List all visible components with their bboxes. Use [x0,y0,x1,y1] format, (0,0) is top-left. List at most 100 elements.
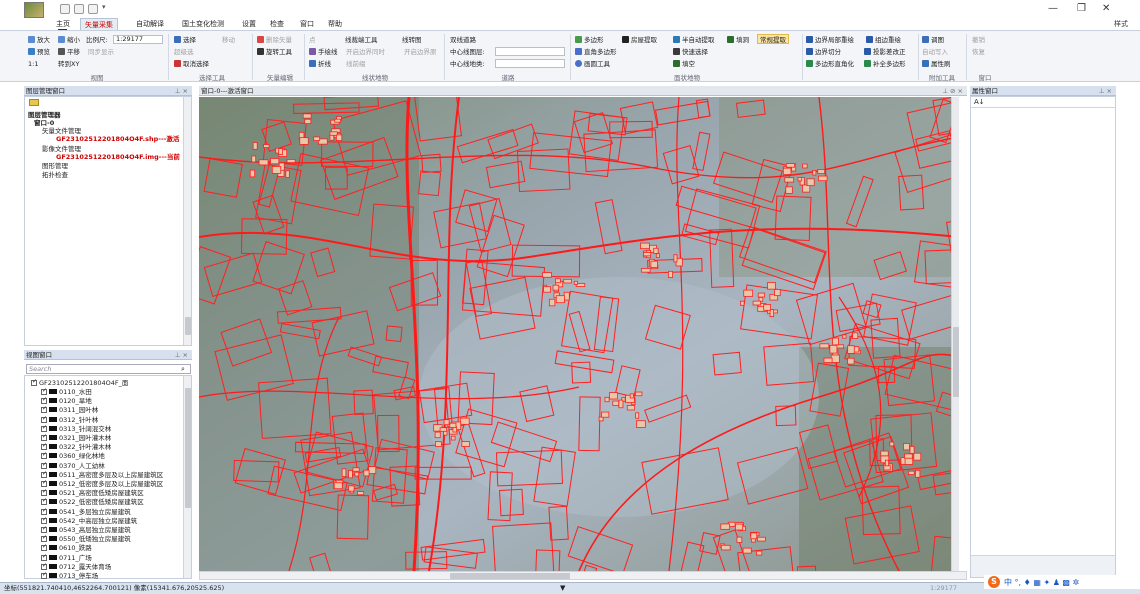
legend-item[interactable]: 0120_旱地 [41,396,92,405]
legend-item[interactable]: 0110_水田 [41,387,92,396]
edge-redraw-button[interactable]: 组边重绘 [866,35,901,45]
panel-pin-icon[interactable]: ⊥ × [175,86,188,96]
quick-access-undo-icon[interactable] [74,4,84,14]
pan-button[interactable]: 平移 [58,47,80,57]
legend-item[interactable]: 0321_园叶灌木林 [41,433,111,442]
ime-toolbar[interactable]: S 中 °, ♦ ▦ ✦ ♟ ▩ ✲ [984,575,1140,589]
zoom-in-button[interactable]: 放大 [28,35,50,45]
scroll-thumb[interactable] [450,573,570,579]
quick-access-dropdown-icon[interactable]: ▾ [102,3,106,11]
checkbox[interactable] [41,534,47,543]
open-edge-checkbox[interactable]: 开启边界同时 [346,47,385,57]
legend-item[interactable]: 0712_露天体育场 [41,562,111,571]
tab-settings[interactable]: 设置 [238,18,260,30]
rotate-tool-button[interactable]: 旋转工具 [257,47,292,57]
tree-image-files[interactable]: 影像文件管理 [42,145,81,153]
legend-item[interactable]: 0543_高层独立房屋建筑 [41,525,131,534]
checkbox[interactable] [41,451,47,460]
goto-xy-button[interactable]: 转到XY [58,59,79,69]
select-button[interactable]: 选择 [174,35,196,45]
checkbox[interactable] [41,562,47,570]
center-ground-combo[interactable] [495,59,565,68]
tree-topology[interactable]: 拓扑检查 [42,171,68,179]
checkbox[interactable] [41,461,47,469]
checkbox[interactable] [41,470,47,478]
house-extract-button[interactable]: 房屋提取 [622,35,657,45]
legend-search-input[interactable]: Search [26,364,191,374]
checkbox[interactable] [41,516,47,524]
legend-item[interactable]: 0542_中高层独立房屋建筑 [41,516,137,525]
legend-item[interactable]: 0313_针阔混交林 [41,424,111,433]
tree-layer-manager[interactable]: 图层管理器 [28,111,61,119]
legend-item[interactable]: 0322_针叶灌木林 [41,442,111,451]
scroll-thumb[interactable] [953,327,959,397]
complete-polygon-button[interactable]: 补全多边形 [864,59,906,69]
legend-item[interactable]: 0550_低矮独立房屋建筑 [41,534,131,543]
legend-scrollbar[interactable] [183,376,191,578]
zoom-out-button[interactable]: 缩小 [58,35,80,45]
tab-auto-interpret[interactable]: 自动解译 [132,18,168,30]
boundary-split-button[interactable]: 边界切分 [806,47,841,57]
line-to-figure-button[interactable]: 线转图 [402,35,422,45]
close-button[interactable]: ✕ [1102,3,1110,14]
handdraw-line-button[interactable]: 手绘线 [309,47,338,57]
panel-pin-icon[interactable]: ⊥ × [175,350,188,360]
checkbox[interactable] [41,488,47,497]
line-edge-tool-button[interactable]: 线裁端工具 [345,35,378,45]
checkbox[interactable] [41,442,47,451]
scale-combo[interactable]: 1:29177 [113,35,163,44]
table-button[interactable]: 调图 [922,35,944,45]
poly-rightangle-button[interactable]: 多边形直角化 [806,59,854,69]
legend-item[interactable]: 0713_停车场 [41,571,98,580]
semi-auto-extract-button[interactable]: 半自动提取 [673,35,715,45]
attribute-brush-button[interactable]: 属性刷 [922,59,951,69]
tab-window[interactable]: 窗口 [296,18,318,30]
legend-item[interactable]: 0312_针叶林 [41,415,98,424]
fill-hole-button[interactable]: 填洞 [727,35,749,45]
rect-polygon-button[interactable]: 直角多边形 [575,47,617,57]
cancel-select-button[interactable]: 取消选择 [174,59,209,69]
normal-extract-button[interactable]: 常规提取 [757,34,789,44]
checkbox[interactable] [31,378,37,386]
legend-item[interactable]: 0610_跌路 [41,543,92,552]
undo-button[interactable]: 撤销 [972,35,985,45]
map-canvas[interactable] [199,97,959,571]
legend-item[interactable]: 0541_多层独立房屋建筑 [41,507,131,516]
checkbox[interactable] [41,405,47,414]
tree-vector-file-active[interactable]: GF23102512201804O4F.shp---激活 [56,135,179,143]
fill-button[interactable]: 填空 [673,59,695,69]
center-layer-combo[interactable] [495,47,565,56]
line-prefix-checkbox[interactable]: 线前缀 [346,59,366,69]
circle-tool-button[interactable]: 画圆工具 [575,59,610,69]
checkbox[interactable] [41,433,47,441]
attr-sort-icon[interactable]: A↓ [974,98,985,106]
multi-select-button[interactable]: 超级选 [174,47,194,57]
tab-change-detect[interactable]: 国土变化检测 [178,18,228,30]
legend-root[interactable]: GF23102512201804O4F_面 [31,378,128,387]
boundary-redraw-button[interactable]: 边界局部重绘 [806,35,854,45]
checkbox[interactable] [41,543,47,552]
legend-item[interactable]: 0511_高密度多层及以上房屋建筑区 [41,470,163,479]
legend-item[interactable]: 0521_高密度低矮房屋建筑区 [41,488,144,497]
double-road-button[interactable]: 双线道路 [450,35,476,45]
one-to-one-button[interactable]: 1:1 [28,59,38,69]
checkbox[interactable] [41,553,47,561]
legend-item[interactable]: 0522_低密度低矮房屋建筑区 [41,497,144,506]
checkbox[interactable] [41,424,47,432]
checkbox[interactable] [41,507,47,515]
legend-item[interactable]: 0311_园叶林 [41,405,98,414]
quick-access-redo-icon[interactable] [88,4,98,14]
map-tab-title[interactable]: 窗口-0---激活窗口 [201,87,254,95]
tree-window-0[interactable]: 窗口-0 [34,119,54,127]
sync-display-button[interactable]: 同步显示 [88,47,114,57]
quick-select-button[interactable]: 快速选择 [673,47,708,57]
map-tab-controls[interactable]: ⊥ ⊘ × [942,86,963,96]
move-button[interactable]: 移动 [222,35,235,45]
checkbox[interactable] [41,396,47,405]
open-proto-checkbox[interactable]: 开启边界原 [404,47,437,57]
ime-tool-icons[interactable]: 中 °, ♦ ▦ ✦ ♟ ▩ ✲ [1004,577,1079,588]
preview-button[interactable]: 预览 [28,47,50,57]
quick-access-save-icon[interactable] [60,4,70,14]
search-icon[interactable]: ⌕ [181,365,185,374]
layer-panel-scrollbar[interactable] [183,97,191,345]
